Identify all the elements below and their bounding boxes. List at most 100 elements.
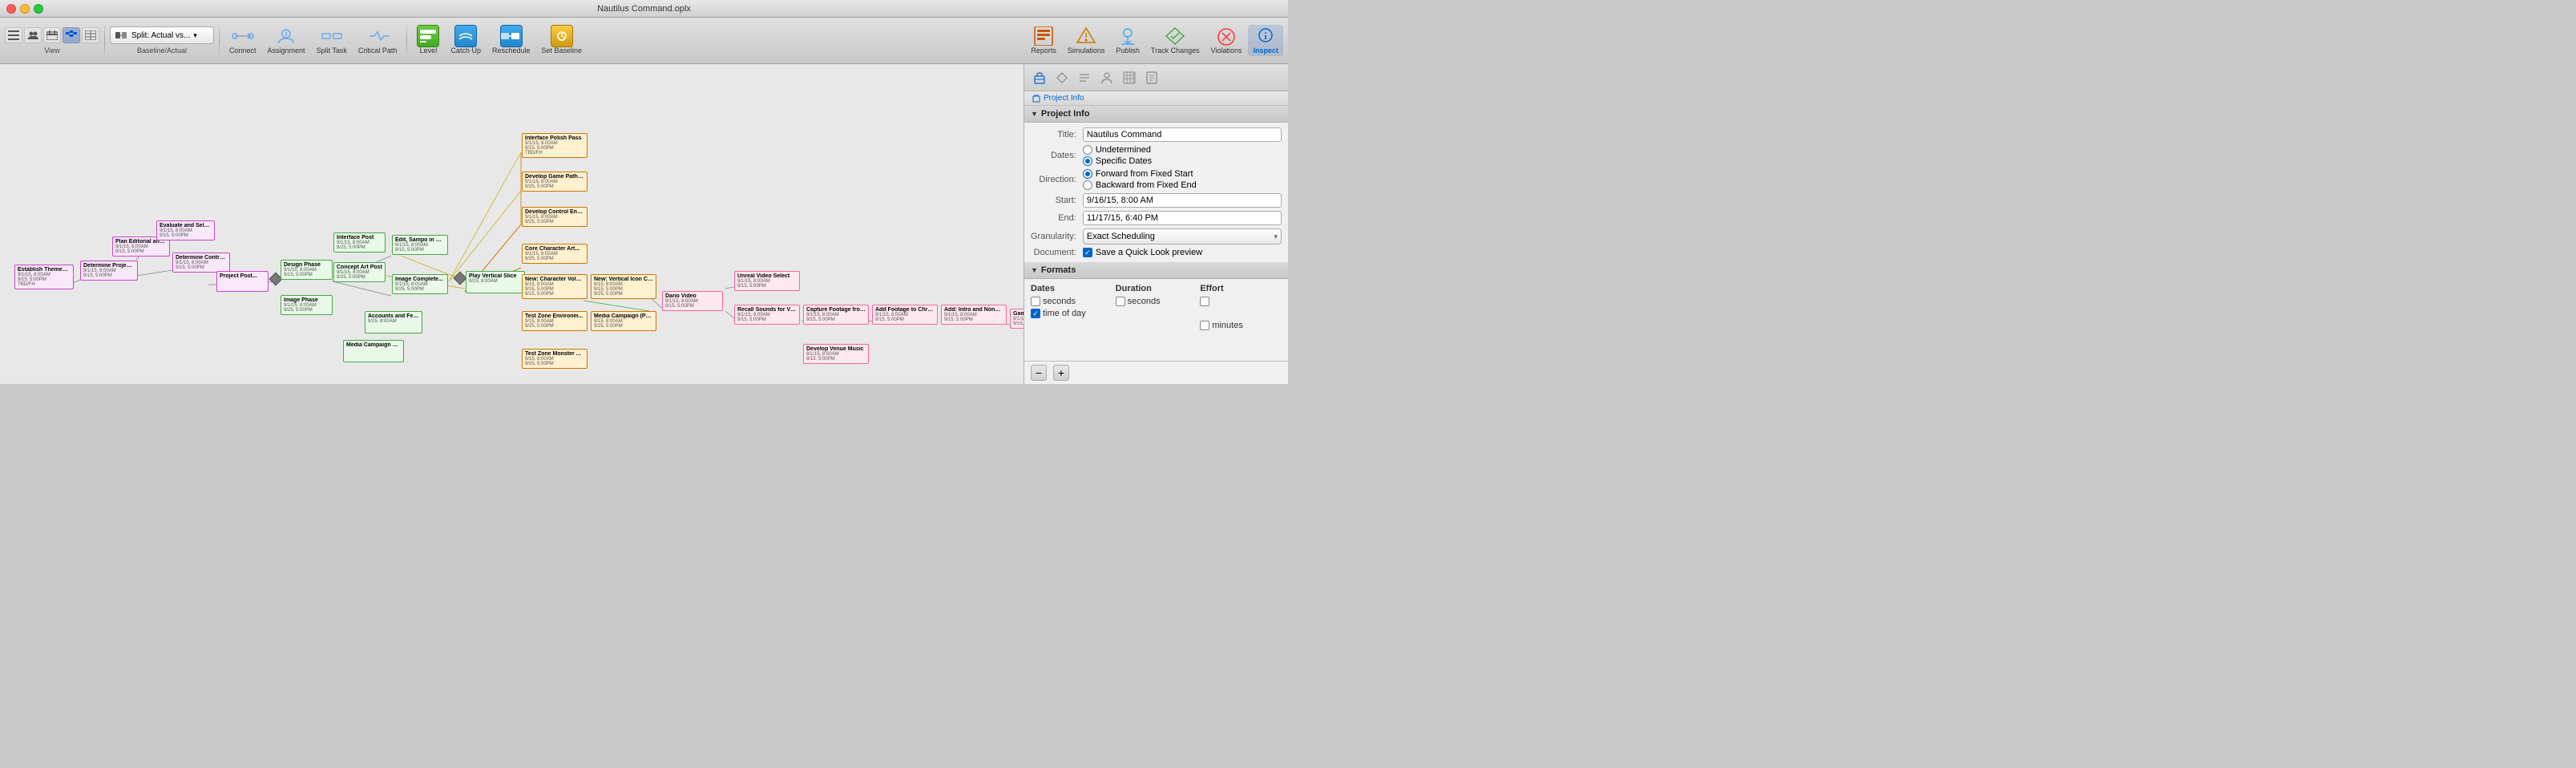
task-node[interactable]: Evaluate and Select Mi... 9/1/15, 8:00AM… xyxy=(156,220,215,241)
task-node[interactable]: Test Zone Monster Ar... 9/15, 8:00AM9/25… xyxy=(522,349,587,369)
task-node[interactable]: Media Campaign Phas... xyxy=(343,340,404,362)
direction-forward-radio[interactable] xyxy=(1083,169,1092,179)
task-node[interactable]: Develop Game Paths... 9/1/15, 8:00AM9/25… xyxy=(522,172,587,192)
view-network-icon[interactable] xyxy=(63,27,80,43)
task-node[interactable]: Dario Video 9/1/15, 8:00AM9/15, 5:00PM xyxy=(662,291,723,311)
document-checkbox[interactable]: ✓ xyxy=(1083,248,1092,257)
task-node[interactable]: Media Campaign (Pha... 9/15, 8:00AM9/25,… xyxy=(591,311,656,331)
formats-section-title: Formats xyxy=(1041,265,1076,275)
simulations-label: Simulations xyxy=(1068,46,1105,55)
task-node[interactable]: Develop Venue Music 9/1/15, 8:00AM9/15, … xyxy=(803,344,869,364)
violations-button[interactable]: Violations xyxy=(1206,25,1247,56)
task-node[interactable]: Design Phase 9/1/15, 8:00AM9/15, 5:00PM xyxy=(281,260,333,280)
dates-undetermined-radio[interactable] xyxy=(1083,145,1092,155)
task-node[interactable]: Project Post... xyxy=(216,271,269,292)
task-node[interactable]: Develop Control Engi... 9/1/15, 8:00AM9/… xyxy=(522,207,587,227)
catch-up-label: Catch Up xyxy=(450,46,481,55)
critical-path-label: Critical Path xyxy=(358,46,398,55)
view-table-icon[interactable] xyxy=(82,27,99,43)
assignment-button[interactable]: Assignment xyxy=(263,25,310,56)
effort-seconds-checkbox[interactable] xyxy=(1200,297,1209,306)
tab-doc[interactable] xyxy=(1141,68,1162,87)
task-node[interactable]: Add: Intro and Nonder... 9/1/15, 8:00AM9… xyxy=(941,305,1007,325)
duration-seconds-checkbox[interactable] xyxy=(1116,297,1125,306)
tab-person[interactable] xyxy=(1096,68,1117,87)
granularity-dropdown[interactable]: Exact Scheduling ▾ xyxy=(1083,228,1282,245)
task-node[interactable]: Recall Sounds for Vide... 9/1/15, 8:00AM… xyxy=(734,305,800,325)
effort-minutes-checkbox[interactable] xyxy=(1200,321,1209,330)
stepper-row: − + xyxy=(1024,361,1288,384)
task-node[interactable]: Establish Themes, A... 9/1/15, 8:00AM9/1… xyxy=(14,265,74,289)
granularity-arrow: ▾ xyxy=(1274,232,1278,241)
window-title: Nautilus Command.oplx xyxy=(597,4,691,14)
minimize-button[interactable] xyxy=(20,4,30,14)
direction-forward-option[interactable]: Forward from Fixed Start xyxy=(1083,169,1282,179)
split-task-icon xyxy=(321,26,343,46)
tab-lines[interactable] xyxy=(1074,68,1095,87)
task-node[interactable]: Unreal Video Select 9/1/15, 8:00AM9/15, … xyxy=(734,271,800,291)
start-input[interactable] xyxy=(1083,193,1282,208)
task-node[interactable]: Capture Footage from... 9/1/15, 8:00AM9/… xyxy=(803,305,869,325)
tab-gantt[interactable] xyxy=(1119,68,1140,87)
simulations-button[interactable]: Simulations xyxy=(1063,25,1110,56)
minus-button[interactable]: − xyxy=(1031,365,1047,381)
task-node[interactable]: Play Vertical Slice 9/15, 8:00AM xyxy=(466,271,525,293)
task-node[interactable]: Concept Art Post 9/1/15, 8:00AM9/25, 5:0… xyxy=(333,262,386,282)
reports-label: Reports xyxy=(1031,46,1056,55)
task-node[interactable]: Interface Post 9/1/15, 8:00AM9/25, 5:00P… xyxy=(333,232,386,253)
level-button[interactable]: Level xyxy=(412,25,444,56)
task-node[interactable]: Accounts and Features 9/15, 8:00AM xyxy=(365,311,422,333)
critical-path-button[interactable]: Critical Path xyxy=(353,25,402,56)
track-changes-button[interactable]: Track Changes xyxy=(1146,25,1205,56)
set-baseline-button[interactable]: Set Baseline xyxy=(537,25,587,56)
publish-button[interactable]: Publish xyxy=(1111,25,1145,56)
plus-button[interactable]: + xyxy=(1053,365,1069,381)
dates-specific-radio[interactable] xyxy=(1083,156,1092,166)
task-node[interactable]: Game Video Complete 9/1/15, 8:00AM9/15, … xyxy=(1010,309,1024,329)
task-node[interactable]: Edit, Sampo in Origi... 9/1/15, 8:00AM9/… xyxy=(392,235,448,255)
baseline-label: Baseline/Actual xyxy=(137,46,187,55)
split-task-label: Split Task xyxy=(317,46,347,55)
dates-undetermined-option[interactable]: Undetermined xyxy=(1083,145,1282,155)
window-controls[interactable] xyxy=(6,4,43,14)
task-node[interactable]: Interface Polish Pass 9/1/15, 8:00AM9/15… xyxy=(522,133,587,158)
task-node[interactable]: Add Footage to Chrom... 9/1/15, 8:00AM9/… xyxy=(872,305,938,325)
baseline-dropdown[interactable]: Split: Actual vs... ▾ xyxy=(110,26,214,44)
task-node[interactable]: New: Vertical Icon Cre... 9/15, 8:00AM9/… xyxy=(591,274,656,299)
inspect-button[interactable]: Inspect xyxy=(1248,25,1283,56)
dates-specific-label: Specific Dates xyxy=(1096,156,1152,166)
task-node[interactable]: Determine Contractor... 9/1/15, 8:00AM9/… xyxy=(172,253,230,273)
view-people-icon[interactable] xyxy=(24,27,42,43)
reports-button[interactable]: Reports xyxy=(1026,25,1061,56)
diagram-area[interactable]: Establish Themes, A... 9/1/15, 8:00AM9/1… xyxy=(0,64,1024,384)
project-info-section-header[interactable]: ▼ Project Info xyxy=(1024,106,1288,123)
end-label: End: xyxy=(1031,213,1076,223)
reschedule-button[interactable]: Reschedule xyxy=(487,25,535,56)
task-node[interactable]: Image Complete... 9/1/15, 8:00AM9/25, 5:… xyxy=(392,274,448,294)
task-node[interactable]: Test Zone Environm... 9/15, 8:00AM9/25, … xyxy=(522,311,587,331)
panel-breadcrumb[interactable]: Project Info xyxy=(1024,91,1288,106)
dates-specific-option[interactable]: Specific Dates xyxy=(1083,156,1282,166)
dates-seconds-checkbox[interactable] xyxy=(1031,297,1040,306)
tab-diamond[interactable] xyxy=(1052,68,1072,87)
view-calendar-icon[interactable] xyxy=(43,27,61,43)
task-node[interactable]: Image Phase 9/1/15, 8:00AM9/25, 5:00PM xyxy=(281,295,333,315)
formats-section-header[interactable]: ▼ Formats xyxy=(1024,262,1288,279)
maximize-button[interactable] xyxy=(34,4,43,14)
dates-timeofday-checkbox[interactable]: ✓ xyxy=(1031,309,1040,318)
tab-briefcase[interactable] xyxy=(1029,68,1050,87)
end-input[interactable] xyxy=(1083,211,1282,225)
title-input[interactable] xyxy=(1083,127,1282,142)
connect-button[interactable]: Connect xyxy=(224,25,261,56)
formats-section: Dates Duration Effort seconds seconds xyxy=(1024,279,1288,338)
view-list-icon[interactable] xyxy=(5,27,22,43)
direction-backward-option[interactable]: Backward from Fixed End xyxy=(1083,180,1282,190)
close-button[interactable] xyxy=(6,4,16,14)
split-task-button[interactable]: Split Task xyxy=(312,25,352,56)
baseline-dropdown-arrow: ▾ xyxy=(193,31,197,40)
task-node[interactable]: Determine Project Scope 9/1/15, 8:00AM9/… xyxy=(80,261,138,281)
catch-up-button[interactable]: Catch Up xyxy=(446,25,486,56)
task-node[interactable]: New: Character Volum... 9/15, 8:00AM9/15… xyxy=(522,274,587,299)
task-node[interactable]: Core Character Art... 9/1/15, 8:00AM9/25… xyxy=(522,244,587,264)
direction-backward-radio[interactable] xyxy=(1083,180,1092,190)
